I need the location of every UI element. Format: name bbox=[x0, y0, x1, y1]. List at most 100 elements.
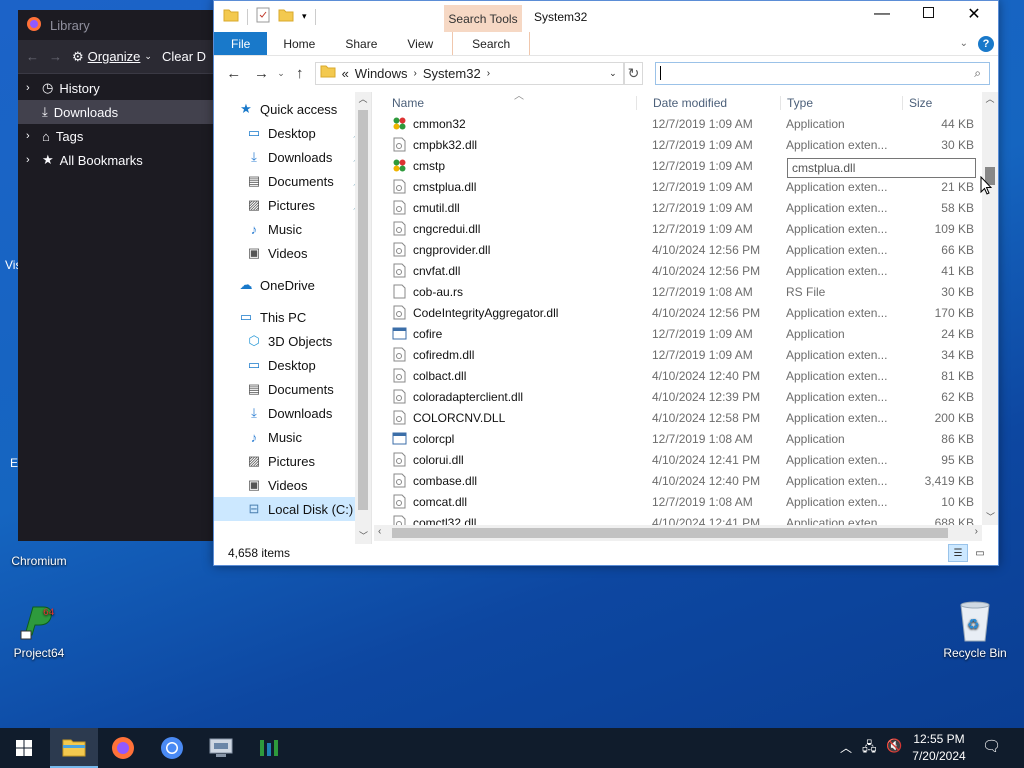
table-row[interactable]: colorui.dll 4/10/2024 12:41 PM Application… bbox=[374, 449, 986, 470]
details-view-button[interactable]: ☰ bbox=[948, 544, 968, 562]
table-row[interactable]: cmpbk32.dll 12/7/2019 1:09 AM Application … bbox=[374, 134, 986, 155]
nav-item[interactable]: ☁ OneDrive bbox=[214, 273, 371, 297]
scroll-left-icon[interactable]: ‹ bbox=[378, 526, 381, 537]
scrollbar-thumb[interactable] bbox=[392, 528, 948, 538]
table-row[interactable]: cngcredui.dll 12/7/2019 1:09 AM Applicatio… bbox=[374, 218, 986, 239]
navigation-scrollbar[interactable]: ︿ ﹀ bbox=[355, 92, 371, 544]
nav-item[interactable]: ⤓Downloads📌 bbox=[214, 145, 371, 169]
nav-item[interactable]: ▣ Videos bbox=[214, 241, 371, 265]
table-row[interactable]: CodeIntegrityAggregator.dll 4/10/2024 12:… bbox=[374, 302, 986, 323]
table-row[interactable]: comctl32.dll 4/10/2024 12:41 PM Applicatio… bbox=[374, 512, 986, 525]
table-row[interactable]: cofiredm.dll 12/7/2019 1:09 AM Application… bbox=[374, 344, 986, 365]
clock[interactable]: 12:55 PM 7/20/2024 bbox=[906, 731, 972, 765]
tab-view[interactable]: View bbox=[392, 32, 448, 55]
column-type[interactable]: Type bbox=[780, 95, 902, 110]
desktop-icon-recycle-bin[interactable]: ♻ Recycle Bin bbox=[940, 600, 1010, 660]
maximize-button[interactable] bbox=[905, 7, 951, 18]
table-row[interactable]: cmutil.dll 12/7/2019 1:09 AM Application e… bbox=[374, 197, 986, 218]
column-name[interactable]: Name ︿ bbox=[374, 92, 636, 110]
back-icon[interactable]: ← bbox=[26, 49, 39, 64]
start-button[interactable] bbox=[0, 728, 48, 768]
clear-downloads-button[interactable]: Clear D bbox=[162, 49, 206, 64]
breadcrumb-system32[interactable]: System32 bbox=[423, 66, 481, 81]
close-button[interactable]: ✕ bbox=[951, 4, 997, 24]
table-row[interactable]: colbact.dll 4/10/2024 12:40 PM Application… bbox=[374, 365, 986, 386]
notifications-icon[interactable]: 🗨 bbox=[982, 737, 1001, 755]
column-date[interactable]: Date modified bbox=[636, 95, 780, 110]
nav-item[interactable]: ⤓ Downloads bbox=[214, 401, 371, 425]
library-item-all-bookmarks[interactable]: › ★ All Bookmarks bbox=[18, 148, 218, 172]
nav-item[interactable]: ▤Documents📌 bbox=[214, 169, 371, 193]
search-input[interactable]: ⌕ bbox=[655, 61, 991, 85]
table-row[interactable]: cmmon32 12/7/2019 1:09 AM Application 44 KB bbox=[374, 113, 986, 134]
nav-item[interactable]: ⊟ Local Disk (C:) bbox=[214, 497, 371, 521]
up-icon[interactable]: ↑ bbox=[291, 65, 309, 82]
address-bar[interactable]: « Windows › System32 › ⌄ bbox=[314, 61, 624, 85]
nav-item[interactable]: ♪ Music bbox=[214, 425, 371, 449]
tab-search[interactable]: Search bbox=[452, 32, 531, 55]
table-row[interactable]: cmstplua.dll 12/7/2019 1:09 AM Application… bbox=[374, 176, 986, 197]
help-icon[interactable]: ? bbox=[978, 36, 994, 52]
refresh-icon[interactable]: ↻ bbox=[623, 61, 644, 85]
taskbar-file-explorer[interactable] bbox=[50, 728, 98, 768]
nav-item[interactable]: ⬡ 3D Objects bbox=[214, 329, 371, 353]
table-row[interactable]: colorcpl 12/7/2019 1:08 AM Application 86 K… bbox=[374, 428, 986, 449]
network-icon[interactable]: 🖧 bbox=[862, 738, 877, 760]
nav-item[interactable]: ▭ This PC bbox=[214, 305, 371, 329]
forward-icon[interactable]: → bbox=[49, 49, 62, 64]
taskbar-chromium[interactable] bbox=[148, 728, 196, 768]
breadcrumb-windows[interactable]: Windows bbox=[355, 66, 408, 81]
scrollbar-thumb[interactable] bbox=[358, 110, 368, 510]
library-item-downloads[interactable]: ⤓ Downloads bbox=[18, 100, 218, 124]
scroll-right-icon[interactable]: › bbox=[975, 526, 978, 537]
scroll-up-icon[interactable]: ︿ bbox=[355, 92, 371, 105]
taskbar-project64[interactable] bbox=[246, 728, 294, 768]
nav-item[interactable]: ▤ Documents bbox=[214, 377, 371, 401]
table-row[interactable]: coloradapterclient.dll 4/10/2024 12:39 PM… bbox=[374, 386, 986, 407]
table-row[interactable]: COLORCNV.DLL 4/10/2024 12:58 PM Applicatio… bbox=[374, 407, 986, 428]
tab-file[interactable]: File bbox=[214, 32, 268, 55]
forward-icon[interactable]: → bbox=[252, 65, 272, 82]
table-row[interactable]: cofire 12/7/2019 1:09 AM Application 24 KB bbox=[374, 323, 986, 344]
file-list-scrollbar[interactable]: ︿ ﹀ bbox=[982, 92, 998, 525]
show-hidden-icons[interactable]: ︿ bbox=[840, 739, 852, 756]
breadcrumb-overflow[interactable]: « bbox=[342, 66, 349, 81]
recent-locations-icon[interactable]: ⌄ bbox=[277, 68, 285, 79]
taskbar-firefox[interactable] bbox=[99, 728, 147, 768]
search-icon[interactable]: ⌕ bbox=[974, 66, 981, 81]
tab-share[interactable]: Share bbox=[330, 32, 392, 55]
back-icon[interactable]: ← bbox=[222, 65, 246, 82]
nav-item[interactable]: ★ Quick access bbox=[214, 97, 371, 121]
chevron-right-icon[interactable]: › bbox=[26, 82, 36, 94]
nav-item[interactable]: ▨ Pictures bbox=[214, 449, 371, 473]
folder-icon[interactable] bbox=[223, 8, 239, 25]
table-row[interactable]: comcat.dll 12/7/2019 1:08 AM Application e… bbox=[374, 491, 986, 512]
table-row[interactable]: cnvfat.dll 4/10/2024 12:56 PM Application … bbox=[374, 260, 986, 281]
library-item-history[interactable]: › ◷ History bbox=[18, 76, 218, 100]
table-row[interactable]: cob-au.rs 12/7/2019 1:08 AM RS File 30 KB bbox=[374, 281, 986, 302]
file-list-hscrollbar[interactable]: ‹ › bbox=[374, 525, 982, 541]
nav-item[interactable]: ▣ Videos bbox=[214, 473, 371, 497]
minimize-button[interactable]: — bbox=[859, 5, 905, 23]
nav-item[interactable]: ▨Pictures📌 bbox=[214, 193, 371, 217]
table-row[interactable]: cngprovider.dll 4/10/2024 12:56 PM Applica… bbox=[374, 239, 986, 260]
large-icons-view-button[interactable]: ▭ bbox=[970, 544, 990, 562]
taskbar-remote-desktop[interactable] bbox=[197, 728, 245, 768]
properties-icon[interactable] bbox=[256, 7, 270, 26]
scroll-down-icon[interactable]: ﹀ bbox=[986, 510, 995, 523]
new-folder-icon[interactable] bbox=[278, 8, 294, 25]
chevron-right-icon[interactable]: › bbox=[26, 154, 36, 166]
tab-home[interactable]: Home bbox=[267, 32, 330, 55]
chevron-down-icon[interactable]: ⌄ bbox=[960, 32, 968, 55]
volume-muted-icon[interactable]: 🔇 bbox=[886, 738, 902, 754]
column-size[interactable]: Size bbox=[902, 95, 972, 110]
scroll-up-icon[interactable]: ︿ bbox=[982, 92, 998, 105]
address-dropdown-icon[interactable]: ⌄ bbox=[609, 68, 617, 79]
nav-item[interactable]: ♪ Music bbox=[214, 217, 371, 241]
customize-qat-icon[interactable]: ▾ bbox=[302, 11, 307, 22]
nav-item[interactable]: ▭Desktop📌 bbox=[214, 121, 371, 145]
table-row[interactable]: combase.dll 4/10/2024 12:40 PM Application… bbox=[374, 470, 986, 491]
library-item-tags[interactable]: › ⌂ Tags bbox=[18, 124, 218, 148]
desktop-icon-project64[interactable]: 64 Project64 bbox=[4, 600, 74, 660]
organize-button[interactable]: ⚙ Organize ⌄ bbox=[72, 49, 152, 65]
